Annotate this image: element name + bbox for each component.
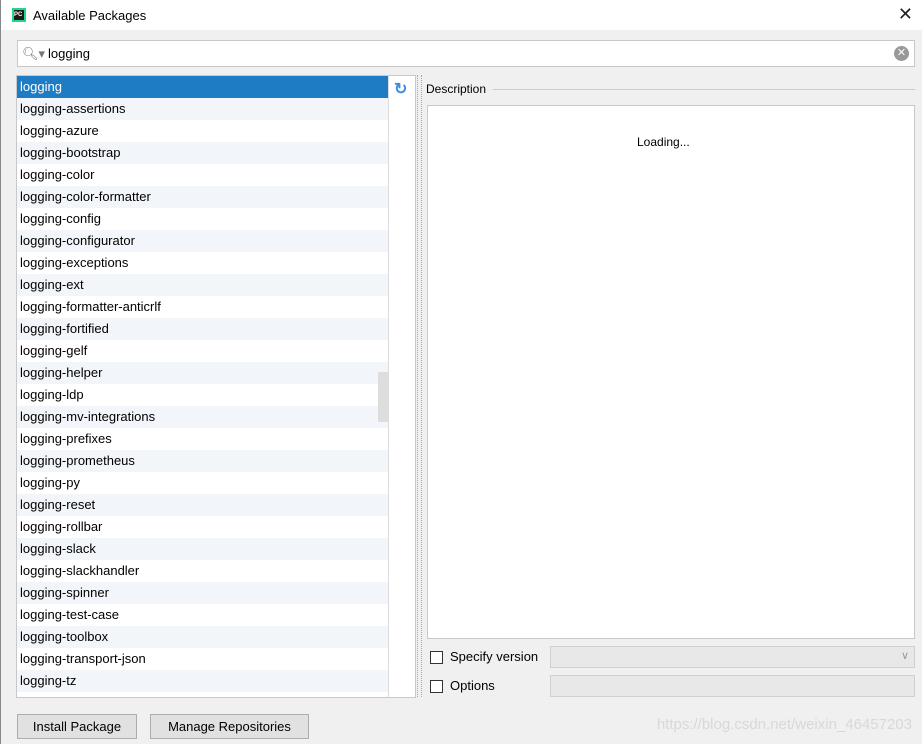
search-icon[interactable]: 🔍︎▾ [22, 46, 45, 62]
package-row[interactable]: logging-rollbar [17, 516, 388, 538]
package-row[interactable]: logging-prefixes [17, 428, 388, 450]
search-value[interactable]: logging [48, 46, 90, 61]
package-row[interactable]: logging-slackhandler [17, 560, 388, 582]
package-row[interactable]: logging-spinner [17, 582, 388, 604]
package-row[interactable]: logging [17, 76, 388, 98]
list-toolbar: ↻ [378, 76, 415, 697]
window-title: Available Packages [33, 7, 147, 23]
loading-text: Loading... [637, 135, 690, 149]
description-panel: Loading... [427, 105, 915, 639]
package-list[interactable]: logging logging-assertions logging-azure lo… [16, 75, 416, 698]
chevron-down-icon: ∨ [900, 650, 909, 662]
package-row[interactable]: logging-exceptions [17, 252, 388, 274]
description-label: Description [426, 82, 487, 96]
package-row[interactable]: logging-assertions [17, 98, 388, 120]
divider [493, 89, 915, 90]
package-row[interactable]: logging-formatter-anticrlf [17, 296, 388, 318]
package-row[interactable]: logging-tz [17, 670, 388, 692]
package-row[interactable]: logging-gelf [17, 340, 388, 362]
package-row[interactable]: logging-azure [17, 120, 388, 142]
splitter-handle[interactable] [417, 75, 422, 697]
package-row[interactable]: logging-color-formatter [17, 186, 388, 208]
manage-repositories-button[interactable]: Manage Repositories [150, 714, 309, 739]
package-row[interactable]: logging-bootstrap [17, 142, 388, 164]
package-row[interactable]: logging-ext [17, 274, 388, 296]
package-row[interactable]: logging-config [17, 208, 388, 230]
package-row[interactable]: logging-test-case [17, 604, 388, 626]
options-input[interactable] [550, 675, 915, 697]
package-row[interactable]: logging-slack [17, 538, 388, 560]
title-bar: PC Available Packages ✕ [1, 0, 922, 30]
package-row[interactable]: logging-configurator [17, 230, 388, 252]
package-row[interactable]: logging-fortified [17, 318, 388, 340]
pycharm-icon: PC [12, 8, 26, 22]
search-input[interactable]: 🔍︎▾ logging ✕ [17, 40, 915, 67]
package-row[interactable]: logging-helper [17, 362, 388, 384]
package-row[interactable]: logging-py [17, 472, 388, 494]
watermark: https://blog.csdn.net/weixin_46457203 [656, 716, 912, 733]
package-row[interactable]: logging-color [17, 164, 388, 186]
refresh-icon[interactable]: ↻ [394, 79, 407, 99]
package-row[interactable]: logging-toolbox [17, 626, 388, 648]
package-row[interactable]: logging-transport-json [17, 648, 388, 670]
specify-version-label: Specify version [450, 649, 539, 664]
package-row[interactable]: logging-reset [17, 494, 388, 516]
version-select[interactable]: ∨ [550, 646, 915, 668]
close-icon[interactable]: ✕ [898, 4, 913, 25]
scrollbar-thumb[interactable] [378, 372, 388, 422]
package-row[interactable]: logging-mv-integrations [17, 406, 388, 428]
options-checkbox[interactable] [430, 680, 443, 693]
package-row[interactable]: logging-prometheus [17, 450, 388, 472]
clear-icon[interactable]: ✕ [894, 46, 909, 61]
install-package-button[interactable]: Install Package [17, 714, 137, 739]
package-row[interactable]: logging-ldp [17, 384, 388, 406]
specify-version-checkbox[interactable] [430, 651, 443, 664]
options-label: Options [450, 678, 495, 693]
